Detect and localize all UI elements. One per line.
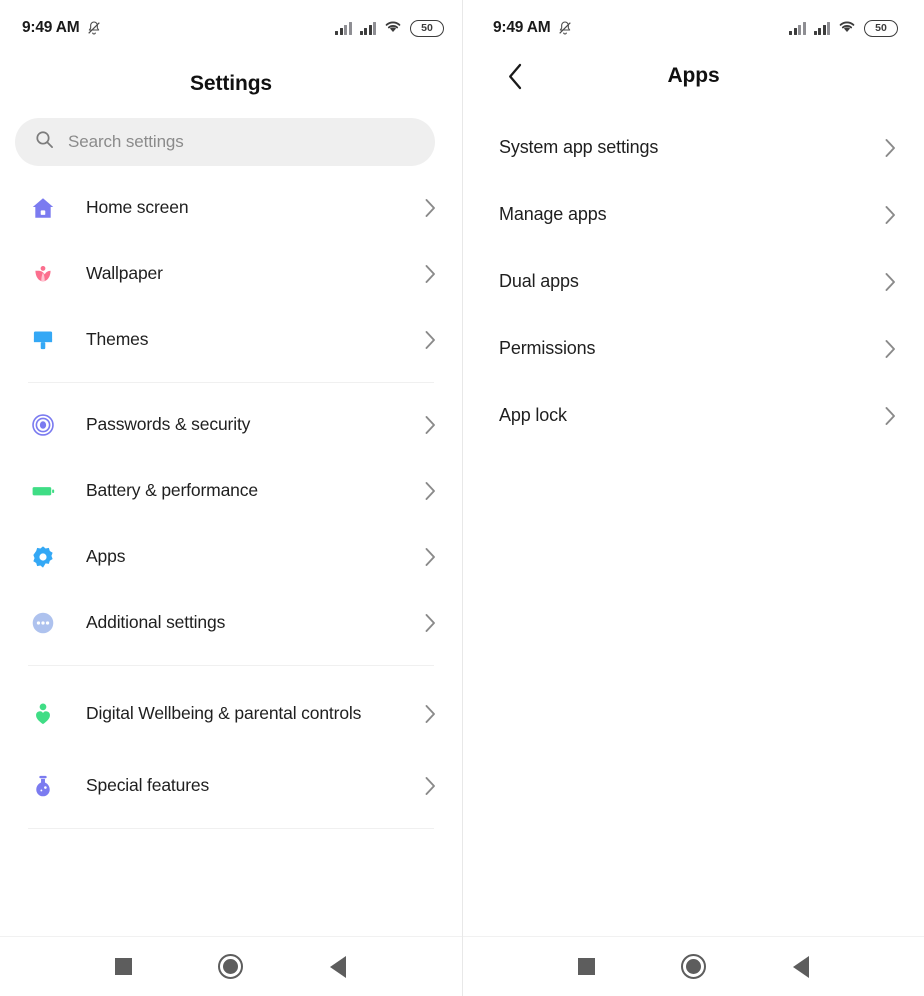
battery-indicator: 50	[410, 19, 444, 37]
settings-row-home-screen[interactable]: Home screen	[0, 175, 462, 241]
chevron-right-icon	[422, 481, 438, 501]
chevron-right-icon	[422, 776, 438, 796]
settings-list: Home screen Wallpaper Themes Passwords &…	[0, 175, 462, 838]
settings-row-label: Digital Wellbeing & parental controls	[86, 703, 362, 724]
apps-title-bar: Apps	[463, 48, 924, 104]
chevron-right-icon	[422, 330, 438, 350]
chevron-right-icon	[422, 613, 438, 633]
battery-icon	[26, 474, 60, 508]
page-title: Settings	[189, 72, 273, 95]
signal-bars-icon	[813, 21, 830, 35]
status-bar-clock: 9:49 AM	[493, 19, 551, 36]
battery-level-text: 50	[875, 21, 887, 34]
square-recents-icon[interactable]	[101, 944, 147, 990]
chevron-right-icon	[422, 415, 438, 435]
chevron-left-icon	[508, 63, 521, 89]
apps-row-label: App lock	[499, 405, 567, 425]
apps-row-manage-apps[interactable]: Manage apps	[463, 181, 924, 248]
settings-screen: 9:49 AM 50 Settings Search settings Home…	[0, 0, 462, 996]
back-button[interactable]	[499, 60, 531, 92]
settings-row-passwords-security[interactable]: Passwords & security	[0, 392, 462, 458]
bell-mute-icon	[86, 20, 102, 36]
gear-icon	[26, 540, 60, 574]
status-bar-right-group: 50	[335, 19, 444, 38]
apps-screen: 9:49 AM 50 Apps System app settings Mana…	[462, 0, 924, 996]
settings-row-label: Battery & performance	[86, 480, 258, 501]
signal-bars-icon	[335, 21, 352, 35]
settings-row-label: Home screen	[86, 197, 189, 218]
chevron-right-icon	[422, 704, 438, 724]
apps-row-label: Permissions	[499, 338, 596, 358]
status-bar-clock: 9:49 AM	[22, 19, 80, 36]
chevron-right-icon	[422, 547, 438, 567]
apps-row-permissions[interactable]: Permissions	[463, 315, 924, 382]
settings-row-label: Apps	[86, 546, 126, 567]
settings-row-themes[interactable]: Themes	[0, 307, 462, 373]
status-bar-left-group: 9:49 AM	[493, 19, 573, 37]
chevron-right-icon	[422, 198, 438, 218]
apps-row-label: Dual apps	[499, 271, 579, 291]
settings-row-label: Special features	[86, 775, 210, 796]
settings-row-special-features[interactable]: Special features	[0, 753, 462, 819]
settings-title-bar: Settings	[0, 56, 462, 112]
circle-home-icon[interactable]	[671, 944, 717, 990]
apps-list: System app settings Manage apps Dual app…	[463, 114, 924, 449]
search-placeholder: Search settings	[68, 132, 184, 151]
settings-row-battery-performance[interactable]: Battery & performance	[0, 458, 462, 524]
search-input[interactable]: Search settings	[15, 118, 435, 166]
chevron-right-icon	[882, 205, 898, 225]
square-recents-icon[interactable]	[564, 944, 610, 990]
apps-row-dual-apps[interactable]: Dual apps	[463, 248, 924, 315]
chevron-right-icon	[882, 272, 898, 292]
battery-indicator: 50	[864, 19, 898, 37]
status-bar-left: 9:49 AM 50	[0, 0, 462, 56]
status-bar-left-group: 9:49 AM	[22, 19, 102, 37]
chevron-right-icon	[882, 406, 898, 426]
signal-bars-icon	[359, 21, 376, 35]
circle-home-icon[interactable]	[208, 944, 254, 990]
bell-mute-icon	[557, 20, 573, 36]
chevron-right-icon	[882, 339, 898, 359]
search-icon	[35, 130, 54, 154]
settings-row-additional-settings[interactable]: Additional settings	[0, 590, 462, 656]
triangle-back-icon[interactable]	[315, 944, 361, 990]
flask-icon	[26, 769, 60, 803]
chevron-right-icon	[422, 264, 438, 284]
chevron-right-icon	[882, 138, 898, 158]
battery-level-text: 50	[421, 21, 433, 34]
settings-row-apps[interactable]: Apps	[0, 524, 462, 590]
apps-row-system-app-settings[interactable]: System app settings	[463, 114, 924, 181]
apps-row-label: Manage apps	[499, 204, 607, 224]
apps-row-app-lock[interactable]: App lock	[463, 382, 924, 449]
signal-bars-icon	[789, 21, 806, 35]
triangle-back-icon[interactable]	[778, 944, 824, 990]
page-title: Apps	[667, 64, 720, 87]
status-bar-right-group: 50	[789, 19, 898, 38]
navigation-bar-right	[463, 936, 924, 996]
paintbrush-icon	[26, 323, 60, 357]
wifi-icon	[838, 19, 856, 38]
settings-row-digital-wellbeing[interactable]: Digital Wellbeing & parental controls	[0, 675, 462, 753]
apps-row-label: System app settings	[499, 137, 659, 157]
navigation-bar-left	[0, 936, 462, 996]
person-heart-icon	[26, 697, 60, 731]
settings-row-label: Themes	[86, 329, 149, 350]
settings-row-label: Additional settings	[86, 612, 226, 633]
dual-screenshot-container: 9:49 AM 50 Settings Search settings Home…	[0, 0, 924, 996]
list-divider	[28, 828, 434, 829]
list-divider	[28, 665, 434, 666]
house-icon	[26, 191, 60, 225]
wifi-icon	[384, 19, 402, 38]
tulip-icon	[26, 257, 60, 291]
settings-row-label: Passwords & security	[86, 414, 251, 435]
settings-row-wallpaper[interactable]: Wallpaper	[0, 241, 462, 307]
settings-row-label: Wallpaper	[86, 263, 163, 284]
list-divider	[28, 382, 434, 383]
fingerprint-icon	[26, 408, 60, 442]
more-dots-icon	[26, 606, 60, 640]
